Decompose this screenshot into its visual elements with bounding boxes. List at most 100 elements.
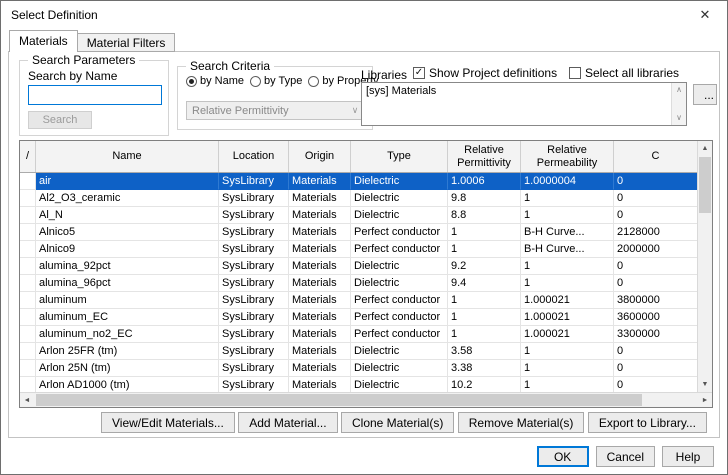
cell-permeability: 1 <box>521 377 614 392</box>
clone-material-s-button[interactable]: Clone Material(s) <box>341 412 454 433</box>
table-row[interactable]: Arlon 25FR (tm)SysLibraryMaterialsDielec… <box>20 343 697 360</box>
cell-permittivity: 9.2 <box>448 258 521 275</box>
cell-origin: Materials <box>289 241 351 258</box>
column-header-location[interactable]: Location <box>219 141 289 172</box>
table-row[interactable]: alumina_96pctSysLibraryMaterialsDielectr… <box>20 275 697 292</box>
cell-type: Dielectric <box>351 360 448 377</box>
vertical-scrollbar[interactable]: ▲ ▼ <box>697 141 712 392</box>
tab-materials[interactable]: Materials <box>9 30 78 52</box>
table-row[interactable]: Alnico5SysLibraryMaterialsPerfect conduc… <box>20 224 697 241</box>
cell-conductivity: 3600000 <box>614 309 697 326</box>
cell-permeability: B-H Curve... <box>521 224 614 241</box>
table-row[interactable]: Arlon 25N (tm)SysLibraryMaterialsDielect… <box>20 360 697 377</box>
horizontal-scrollbar[interactable]: ◄ ► <box>20 392 712 407</box>
cell-permittivity: 8.8 <box>448 207 521 224</box>
column-header-type[interactable]: Type <box>351 141 448 172</box>
cell-origin: Materials <box>289 173 351 190</box>
vertical-scrollbar-thumb[interactable] <box>699 157 711 213</box>
window-title: Select Definition <box>11 8 98 22</box>
cell-rowhead <box>20 258 36 275</box>
libraries-listbox[interactable]: [sys] Materials ∧ ∨ <box>361 82 687 126</box>
cell-conductivity: 0 <box>614 360 697 377</box>
browse-libraries-button[interactable]: ... <box>693 84 717 105</box>
cell-permeability: 1 <box>521 275 614 292</box>
scroll-up-icon[interactable]: ∧ <box>672 84 686 96</box>
add-material-button[interactable]: Add Material... <box>238 412 337 433</box>
select-definition-dialog: Select Definition ✕ Materials Material F… <box>0 0 728 475</box>
scroll-down-icon[interactable]: ∨ <box>672 112 686 124</box>
cell-origin: Materials <box>289 360 351 377</box>
table-row[interactable]: Al2_O3_ceramicSysLibraryMaterialsDielect… <box>20 190 697 207</box>
cell-permeability: 1.0000004 <box>521 173 614 190</box>
search-input[interactable] <box>28 85 162 105</box>
radio-by-name[interactable]: by Name <box>186 75 244 87</box>
table-row[interactable]: airSysLibraryMaterialsDielectric1.00061.… <box>20 173 697 190</box>
cell-rowhead <box>20 377 36 392</box>
cell-permeability: 1 <box>521 343 614 360</box>
table-row[interactable]: alumina_92pctSysLibraryMaterialsDielectr… <box>20 258 697 275</box>
column-header-c[interactable]: C <box>614 141 697 172</box>
search-by-name-label: Search by Name <box>28 69 117 83</box>
select-all-libraries-checkbox[interactable]: Select all libraries <box>569 66 679 80</box>
cell-permeability: 1 <box>521 207 614 224</box>
table-row[interactable]: aluminumSysLibraryMaterialsPerfect condu… <box>20 292 697 309</box>
cell-permittivity: 9.8 <box>448 190 521 207</box>
cell-location: SysLibrary <box>219 190 289 207</box>
cancel-button[interactable]: Cancel <box>596 446 655 467</box>
property-dropdown-value: Relative Permittivity <box>187 105 347 117</box>
property-dropdown[interactable]: Relative Permittivity ∨ <box>186 101 364 120</box>
column-header-name[interactable]: Name <box>36 141 219 172</box>
table-row[interactable]: Alnico9SysLibraryMaterialsPerfect conduc… <box>20 241 697 258</box>
cell-origin: Materials <box>289 275 351 292</box>
close-icon[interactable]: ✕ <box>684 2 726 28</box>
cell-type: Perfect conductor <box>351 292 448 309</box>
cell-permittivity: 9.4 <box>448 275 521 292</box>
cell-location: SysLibrary <box>219 292 289 309</box>
radio-icon <box>250 76 261 87</box>
cell-conductivity: 0 <box>614 190 697 207</box>
scroll-right-icon[interactable]: ► <box>698 393 712 408</box>
remove-material-s-button[interactable]: Remove Material(s) <box>458 412 585 433</box>
column-header-relative-permittivity[interactable]: Relative Permittivity <box>448 141 521 172</box>
show-project-definitions-checkbox[interactable]: ✓ Show Project definitions <box>413 66 557 80</box>
cell-rowhead <box>20 173 36 190</box>
export-to-library-button[interactable]: Export to Library... <box>588 412 707 433</box>
table-row[interactable]: aluminum_no2_ECSysLibraryMaterialsPerfec… <box>20 326 697 343</box>
cell-origin: Materials <box>289 258 351 275</box>
cell-permittivity: 1 <box>448 309 521 326</box>
help-button[interactable]: Help <box>662 446 714 467</box>
column-header-relative-permeability[interactable]: Relative Permeability <box>521 141 614 172</box>
cell-origin: Materials <box>289 326 351 343</box>
cell-rowhead <box>20 275 36 292</box>
cell-name: Arlon 25FR (tm) <box>36 343 219 360</box>
cell-permittivity: 1 <box>448 224 521 241</box>
cell-name: aluminum_EC <box>36 309 219 326</box>
radio-label: by Type <box>264 75 302 87</box>
cell-conductivity: 0 <box>614 173 697 190</box>
radio-by-type[interactable]: by Type <box>250 75 302 87</box>
table-row[interactable]: Arlon AD1000 (tm)SysLibraryMaterialsDiel… <box>20 377 697 392</box>
scroll-left-icon[interactable]: ◄ <box>20 393 34 408</box>
cell-type: Dielectric <box>351 343 448 360</box>
horizontal-scrollbar-thumb[interactable] <box>36 394 642 406</box>
cell-type: Dielectric <box>351 173 448 190</box>
scroll-up-icon[interactable]: ▲ <box>698 141 712 156</box>
table-row[interactable]: Al_NSysLibraryMaterialsDielectric8.810 <box>20 207 697 224</box>
column-header-origin[interactable]: Origin <box>289 141 351 172</box>
search-parameters-group-label: Search Parameters <box>28 53 139 67</box>
cell-location: SysLibrary <box>219 360 289 377</box>
view-edit-materials-button[interactable]: View/Edit Materials... <box>101 412 235 433</box>
cell-permittivity: 3.58 <box>448 343 521 360</box>
cell-type: Dielectric <box>351 190 448 207</box>
column-header-sort[interactable]: / <box>20 141 36 172</box>
cell-conductivity: 0 <box>614 207 697 224</box>
cell-permittivity: 3.38 <box>448 360 521 377</box>
search-button[interactable]: Search <box>28 111 92 129</box>
ok-button[interactable]: OK <box>537 446 589 467</box>
libraries-list-scrollbar[interactable]: ∧ ∨ <box>671 83 686 125</box>
tab-material-filters[interactable]: Material Filters <box>77 33 176 52</box>
library-item[interactable]: [sys] Materials <box>362 83 671 99</box>
table-row[interactable]: aluminum_ECSysLibraryMaterialsPerfect co… <box>20 309 697 326</box>
cell-origin: Materials <box>289 377 351 392</box>
scroll-down-icon[interactable]: ▼ <box>698 377 712 392</box>
